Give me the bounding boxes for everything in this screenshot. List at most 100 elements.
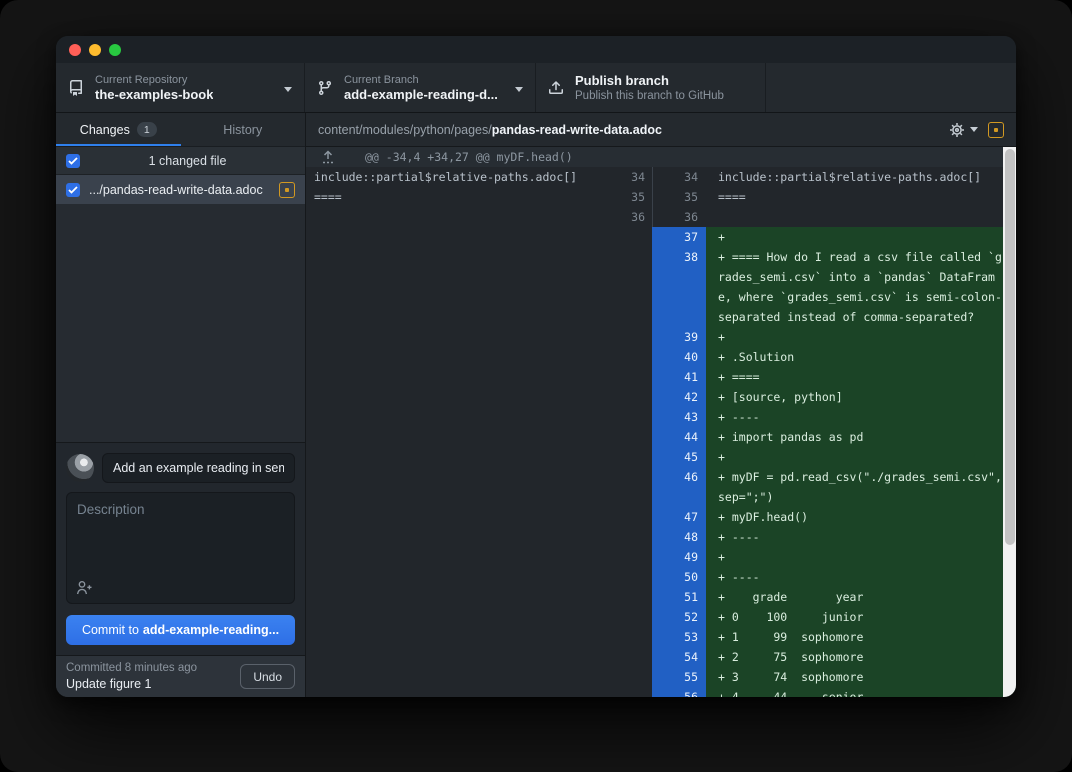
diff-old-line-number[interactable]: [618, 327, 652, 347]
diff-old-content: [306, 447, 618, 467]
diff-new-content: + ----: [706, 527, 1016, 547]
diff-new-line-number[interactable]: 56: [652, 687, 706, 697]
diff-new-line-number[interactable]: 34: [652, 167, 706, 187]
diff-new-line-number[interactable]: 38: [652, 247, 706, 327]
diff-old-content: [306, 427, 618, 447]
current-repository-dropdown[interactable]: Current Repository the-examples-book: [56, 63, 305, 112]
select-all-checkbox[interactable]: [66, 154, 80, 168]
commit-button[interactable]: Commit to add-example-reading...: [66, 615, 295, 645]
diff-row: 55+ 3 74 sophomore: [306, 667, 1016, 687]
diff-new-content: include::partial$relative-paths.adoc[]: [706, 167, 1016, 187]
checkbox-check-icon: [68, 157, 78, 165]
diff-old-content: [306, 527, 618, 547]
expand-hunk-button[interactable]: [322, 150, 334, 164]
add-coauthor-button[interactable]: [76, 580, 93, 595]
diff-old-line-number[interactable]: [618, 407, 652, 427]
diff-old-line-number[interactable]: [618, 227, 652, 247]
diff-old-content: [306, 507, 618, 527]
commit-description-input[interactable]: [67, 493, 294, 571]
undo-button[interactable]: Undo: [240, 664, 295, 689]
branch-icon: [317, 80, 333, 96]
diff-row: ====3535====: [306, 187, 1016, 207]
changed-file-row[interactable]: .../pandas-read-write-data.adoc: [56, 175, 305, 204]
person-add-icon: [76, 580, 93, 595]
diff-new-line-number[interactable]: 35: [652, 187, 706, 207]
file-list-empty-area: [56, 204, 305, 442]
diff-scrollbar-track[interactable]: [1003, 147, 1016, 697]
avatar: [66, 454, 94, 482]
minimize-window-button[interactable]: [89, 44, 101, 56]
diff-new-line-number[interactable]: 41: [652, 367, 706, 387]
diff-old-line-number[interactable]: [618, 607, 652, 627]
diff-old-line-number[interactable]: 35: [618, 187, 652, 207]
current-branch-dropdown[interactable]: Current Branch add-example-reading-d...: [305, 63, 536, 112]
tab-changes[interactable]: Changes 1: [56, 113, 181, 146]
diff-new-line-number[interactable]: 36: [652, 207, 706, 227]
diff-old-line-number[interactable]: [618, 547, 652, 567]
diff-old-line-number[interactable]: 36: [618, 207, 652, 227]
diff-row: 3636: [306, 207, 1016, 227]
diff-new-line-number[interactable]: 54: [652, 647, 706, 667]
diff-new-line-number[interactable]: 47: [652, 507, 706, 527]
toolbar-spacer: [766, 63, 1016, 112]
diff-old-content: [306, 367, 618, 387]
diff-pane: content/modules/python/pages/pandas-read…: [306, 113, 1016, 697]
diff-row: include::partial$relative-paths.adoc[]34…: [306, 167, 1016, 187]
diff-body: @@ -34,4 +34,27 @@ myDF.head()include::p…: [306, 147, 1016, 697]
diff-new-content: + ----: [706, 407, 1016, 427]
diff-old-line-number[interactable]: [618, 627, 652, 647]
diff-new-line-number[interactable]: 45: [652, 447, 706, 467]
diff-old-line-number[interactable]: [618, 527, 652, 547]
diff-scrollbar-thumb[interactable]: [1005, 149, 1015, 545]
diff-new-line-number[interactable]: 39: [652, 327, 706, 347]
diff-old-line-number[interactable]: 34: [618, 167, 652, 187]
diff-old-line-number[interactable]: [618, 447, 652, 467]
diff-new-line-number[interactable]: 37: [652, 227, 706, 247]
diff-new-line-number[interactable]: 55: [652, 667, 706, 687]
diff-old-line-number[interactable]: [618, 647, 652, 667]
upload-icon: [548, 80, 564, 96]
committed-ago-text: Committed 8 minutes ago: [66, 661, 197, 676]
diff-options-button[interactable]: [949, 122, 978, 138]
diff-row: 41+ ====: [306, 367, 1016, 387]
file-path-name: pandas-read-write-data.adoc: [492, 123, 662, 137]
close-window-button[interactable]: [69, 44, 81, 56]
diff-old-line-number[interactable]: [618, 587, 652, 607]
diff-new-content: + import pandas as pd: [706, 427, 1016, 447]
diff-old-line-number[interactable]: [618, 247, 652, 327]
changed-files-header: 1 changed file: [56, 147, 305, 175]
diff-file-header: content/modules/python/pages/pandas-read…: [306, 113, 1016, 147]
diff-old-line-number[interactable]: [618, 567, 652, 587]
file-checkbox[interactable]: [66, 183, 80, 197]
diff-old-line-number[interactable]: [618, 467, 652, 507]
diff-row: 54+ 2 75 sophomore: [306, 647, 1016, 667]
repo-icon: [68, 80, 84, 96]
diff-new-line-number[interactable]: 48: [652, 527, 706, 547]
diff-new-line-number[interactable]: 51: [652, 587, 706, 607]
diff-old-line-number[interactable]: [618, 367, 652, 387]
diff-old-line-number[interactable]: [618, 507, 652, 527]
diff-old-line-number[interactable]: [618, 347, 652, 367]
diff-old-line-number[interactable]: [618, 387, 652, 407]
diff-new-line-number[interactable]: 44: [652, 427, 706, 447]
diff-new-line-number[interactable]: 49: [652, 547, 706, 567]
diff-new-content: + 2 75 sophomore: [706, 647, 1016, 667]
diff-row: 45+: [306, 447, 1016, 467]
tab-history[interactable]: History: [181, 113, 306, 146]
zoom-window-button[interactable]: [109, 44, 121, 56]
diff-new-line-number[interactable]: 53: [652, 627, 706, 647]
diff-old-line-number[interactable]: [618, 687, 652, 697]
diff-new-content: +: [706, 327, 1016, 347]
diff-new-line-number[interactable]: 43: [652, 407, 706, 427]
diff-new-line-number[interactable]: 52: [652, 607, 706, 627]
toolbar: Current Repository the-examples-book Cur…: [56, 63, 1016, 113]
diff-new-line-number[interactable]: 46: [652, 467, 706, 507]
diff-old-line-number[interactable]: [618, 427, 652, 447]
chevron-down-icon: [507, 79, 523, 97]
diff-new-line-number[interactable]: 42: [652, 387, 706, 407]
diff-old-line-number[interactable]: [618, 667, 652, 687]
publish-branch-button[interactable]: Publish branch Publish this branch to Gi…: [536, 63, 766, 112]
diff-new-line-number[interactable]: 40: [652, 347, 706, 367]
diff-new-line-number[interactable]: 50: [652, 567, 706, 587]
commit-summary-input[interactable]: [102, 453, 295, 483]
